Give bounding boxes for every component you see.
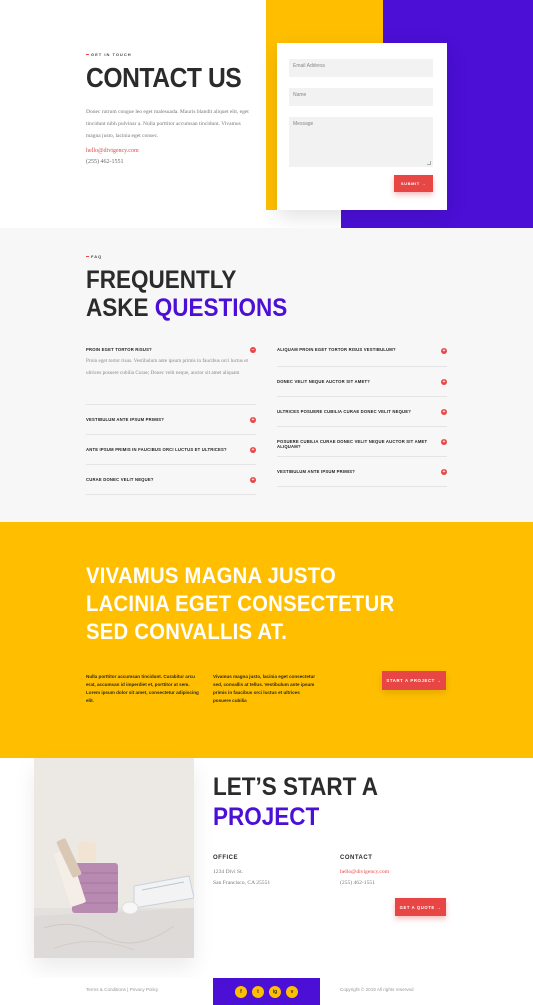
project-title-line1: LET’S START A [213, 773, 378, 801]
project-phone: (255) 462-1551 [340, 880, 375, 886]
message-field[interactable]: Message [289, 117, 433, 167]
footer-separator: | [127, 987, 129, 992]
project-section: LET’S START A PROJECT OFFICE 1234 Divi S… [0, 758, 533, 978]
contact-eyebrow-text: GET IN TOUCH [91, 52, 132, 57]
expand-icon[interactable]: + [250, 447, 256, 453]
office-address-line1: 1234 Divi St. [213, 869, 243, 875]
office-label: OFFICE [213, 855, 238, 861]
resize-grip-icon[interactable] [427, 161, 431, 165]
project-email-link[interactable]: hello@divigency.com [340, 869, 389, 875]
faq-item[interactable]: POSUERE CUBILIA CURAE DONEC VELIT NEQUE … [277, 427, 447, 457]
faq-question: VESTIBULUM ANTE IPSUM PRIMIS? [277, 469, 355, 474]
expand-icon[interactable]: + [441, 379, 447, 385]
faq-section: FAQ FREQUENTLY ASKE QUESTIONS PROIN EGET… [0, 228, 533, 522]
social-bar: f t ig v [213, 978, 320, 1005]
faq-title-line2: ASKE [86, 294, 149, 322]
contact-form: Email Address Name Message SUBMIT → [277, 43, 447, 210]
faq-item[interactable]: ALIQUAM PROIN EGET TORTOR RISUS VESTIBUL… [277, 343, 447, 367]
contact-body: Donec rutrum congue leo eget malesuada. … [86, 109, 249, 139]
faq-item[interactable]: VESTIBULUM ANTE IPSUM PRIMIS? + [277, 457, 447, 487]
contact-label: CONTACT [340, 855, 373, 861]
faq-item[interactable]: ULTRICES POSUERE CUBILIA CURAE DONEC VEL… [277, 397, 447, 427]
vimeo-icon[interactable]: v [286, 985, 298, 998]
cta-line3: SED CONVALLIS AT. [86, 619, 288, 644]
faq-question: ANTE IPSUM PRIMIS IN FAUCIBUS ORCI LUCTU… [86, 447, 227, 452]
footer-links: Terms & Conditions | Privacy Policy [86, 987, 158, 992]
dash-icon [86, 54, 89, 56]
message-placeholder: Message [293, 121, 314, 127]
cta-headline: VIVAMUS MAGNA JUSTO LACINIA EGET CONSECT… [86, 562, 394, 646]
faq-answer: Proin eget tortor risus. Vestibulum ante… [86, 358, 248, 376]
facebook-icon[interactable]: f [235, 985, 247, 998]
expand-icon[interactable]: + [441, 409, 447, 415]
contact-section: GET IN TOUCH CONTACT US Donec rutrum con… [0, 0, 533, 228]
faq-item[interactable]: VESTIBULUM ANTE IPSUM PRIMIS? + [86, 405, 256, 435]
start-project-button[interactable]: START A PROJECT → [382, 671, 446, 690]
desk-illustration [34, 758, 194, 958]
faq-title-line1: FREQUENTLY [86, 266, 237, 294]
cta-line2: LACINIA EGET CONSECTETUR [86, 591, 395, 616]
terms-link[interactable]: Terms & Conditions [86, 987, 126, 992]
faq-item[interactable]: PROIN EGET TORTOR RISUS? – Proin eget to… [86, 343, 256, 405]
faq-question: ALIQUAM PROIN EGET TORTOR RISUS VESTIBUL… [277, 347, 396, 352]
cta-text-col2: Vivamus magna justo, lacinia eget consec… [213, 674, 316, 703]
contact-phone: (255) 462-1551 [86, 159, 124, 165]
expand-icon[interactable]: + [250, 477, 256, 483]
collapse-icon[interactable]: – [250, 347, 256, 353]
expand-icon[interactable]: + [441, 469, 447, 475]
email-field[interactable]: Email Address [289, 59, 433, 77]
faq-title-accent: QUESTIONS [154, 294, 288, 322]
faq-question: CURAE DONEC VELIT NEQUE? [86, 477, 154, 482]
faq-question: DONEC VELIT NEQUE AUCTOR SIT AMET? [277, 379, 370, 384]
cta-line1: VIVAMUS MAGNA JUSTO [86, 563, 337, 588]
footer: Terms & Conditions | Privacy Policy f t … [0, 978, 533, 1005]
get-quote-button[interactable]: GET A QUOTE → [395, 898, 446, 916]
contact-eyebrow: GET IN TOUCH [86, 52, 132, 57]
faq-item[interactable]: ANTE IPSUM PRIMIS IN FAUCIBUS ORCI LUCTU… [86, 435, 256, 465]
project-title: LET’S START A PROJECT [213, 772, 378, 832]
copyright: Copyright © 2019 All rights reserved [340, 987, 414, 992]
cta-section: VIVAMUS MAGNA JUSTO LACINIA EGET CONSECT… [0, 522, 533, 758]
dash-icon [86, 256, 89, 258]
submit-button[interactable]: SUBMIT → [394, 175, 433, 192]
privacy-link[interactable]: Privacy Policy [130, 987, 159, 992]
faq-question: ULTRICES POSUERE CUBILIA CURAE DONEC VEL… [277, 409, 412, 414]
cta-text-col1: Nulla porttitor accumsan tincidunt. Cura… [86, 674, 199, 703]
name-field[interactable]: Name [289, 88, 433, 106]
contact-email-link[interactable]: hello@divigency.com [86, 148, 139, 154]
expand-icon[interactable]: + [441, 348, 447, 354]
contact-title: CONTACT US [86, 62, 242, 93]
faq-eyebrow-text: FAQ [91, 254, 103, 259]
faq-title: FREQUENTLY ASKE QUESTIONS [86, 266, 287, 322]
faq-question: POSUERE CUBILIA CURAE DONEC VELIT NEQUE … [277, 439, 428, 449]
faq-eyebrow: FAQ [86, 254, 102, 259]
project-title-line2: PROJECT [213, 803, 320, 831]
faq-question: PROIN EGET TORTOR RISUS? [86, 347, 152, 352]
faq-item[interactable]: DONEC VELIT NEQUE AUCTOR SIT AMET? + [277, 367, 447, 397]
office-address-line2: San Francisco, CA 25551 [213, 880, 271, 886]
expand-icon[interactable]: + [441, 439, 447, 445]
twitter-icon[interactable]: t [252, 985, 264, 998]
faq-question: VESTIBULUM ANTE IPSUM PRIMIS? [86, 417, 164, 422]
faq-item[interactable]: CURAE DONEC VELIT NEQUE? + [86, 465, 256, 495]
instagram-icon[interactable]: ig [269, 985, 281, 998]
desk-photo [34, 758, 194, 958]
expand-icon[interactable]: + [250, 417, 256, 423]
